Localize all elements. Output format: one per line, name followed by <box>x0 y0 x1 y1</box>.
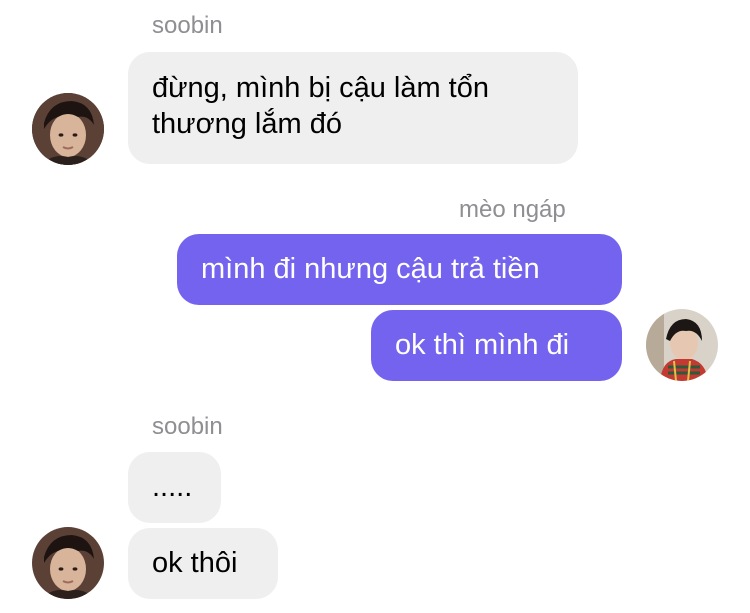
message-text: mình đi nhưng cậu trả tiền <box>201 253 540 285</box>
avatar-photo-icon <box>32 93 104 165</box>
message-bubble-incoming[interactable]: ..... <box>128 452 221 523</box>
avatar-photo-icon <box>646 309 718 381</box>
avatar-soobin[interactable] <box>32 93 104 165</box>
message-bubble-outgoing[interactable]: mình đi nhưng cậu trả tiền <box>177 234 622 305</box>
sender-name-soobin: soobin <box>152 12 223 39</box>
message-text-line: đừng, mình bị cậu làm tổn <box>152 72 489 104</box>
avatar-soobin[interactable] <box>32 527 104 599</box>
avatar-photo-icon <box>32 527 104 599</box>
message-text: ..... <box>152 471 193 503</box>
message-bubble-incoming[interactable]: ok thôi <box>128 528 278 599</box>
message-bubble-outgoing[interactable]: ok thì mình đi <box>371 310 622 381</box>
message-bubble-incoming[interactable]: đừng, mình bị cậu làm tổn thương lắm đó <box>128 52 578 164</box>
message-text-line: thương lắm đó <box>152 108 342 140</box>
avatar-meo-ngap[interactable] <box>646 309 718 381</box>
sender-name-soobin: soobin <box>152 413 223 440</box>
message-text: ok thôi <box>152 547 238 579</box>
message-text: ok thì mình đi <box>395 329 570 361</box>
sender-name-meo-ngap: mèo ngáp <box>459 196 566 223</box>
